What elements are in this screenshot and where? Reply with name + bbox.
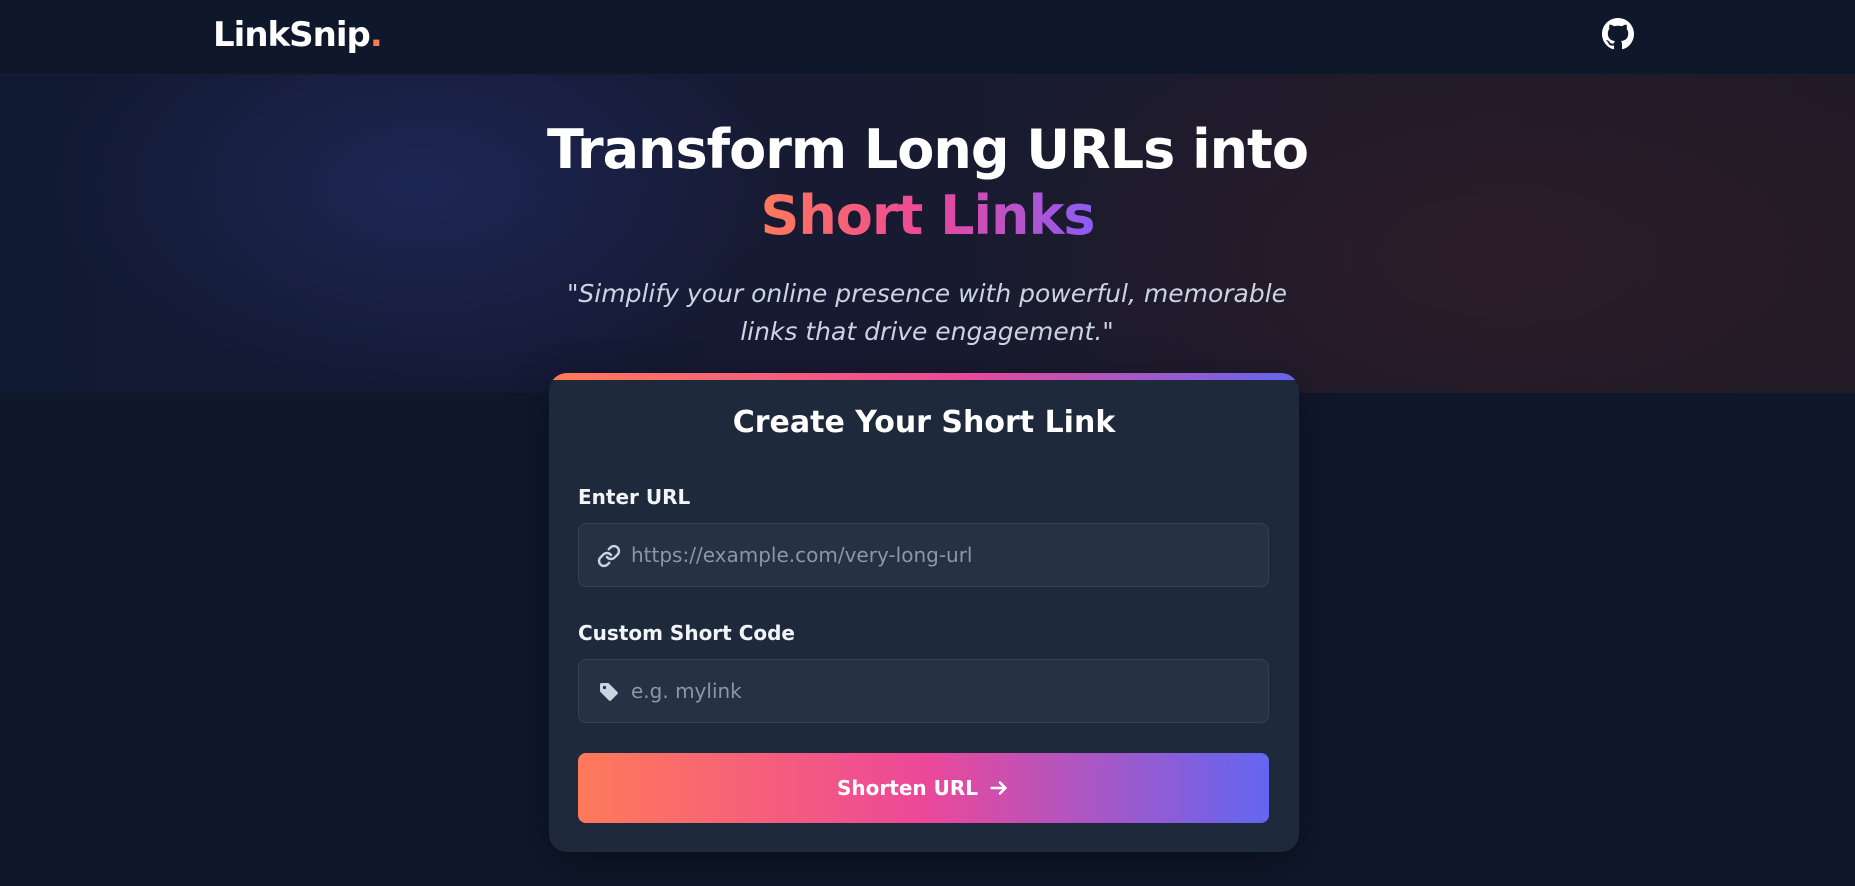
- url-input[interactable]: [629, 524, 1249, 586]
- shorten-url-label: Shorten URL: [837, 776, 978, 800]
- url-label: Enter URL: [578, 485, 691, 509]
- shorten-url-button[interactable]: Shorten URL: [578, 753, 1269, 823]
- logo-dot: .: [369, 15, 383, 55]
- hero-section: Transform Long URLs into Short Links "Si…: [0, 75, 1855, 393]
- shorten-form-card: Create Your Short Link Enter URL Custom …: [549, 373, 1299, 852]
- hero-title-highlight: Short Links: [760, 184, 1095, 247]
- logo-text: LinkSnip: [213, 15, 371, 55]
- short-code-label: Custom Short Code: [578, 621, 795, 645]
- tag-icon: [600, 683, 618, 701]
- github-link[interactable]: [1602, 18, 1634, 50]
- hero-title: Transform Long URLs into Short Links: [0, 117, 1855, 249]
- form-title: Create Your Short Link: [732, 405, 1116, 440]
- github-icon: [1602, 18, 1634, 50]
- hero-subtitle: "Simplify your online presence with powe…: [566, 279, 1288, 346]
- link-icon: [597, 544, 621, 568]
- top-navbar: LinkSnip.: [0, 0, 1855, 75]
- arrow-right-icon: [990, 781, 1007, 795]
- brand-logo[interactable]: LinkSnip.: [213, 13, 383, 57]
- short-code-input-wrapper[interactable]: [578, 659, 1269, 723]
- short-code-input[interactable]: [629, 660, 1249, 722]
- card-gradient-bar: [549, 373, 1299, 380]
- url-input-wrapper[interactable]: [578, 523, 1269, 587]
- hero-title-line1: Transform Long URLs into: [547, 118, 1309, 181]
